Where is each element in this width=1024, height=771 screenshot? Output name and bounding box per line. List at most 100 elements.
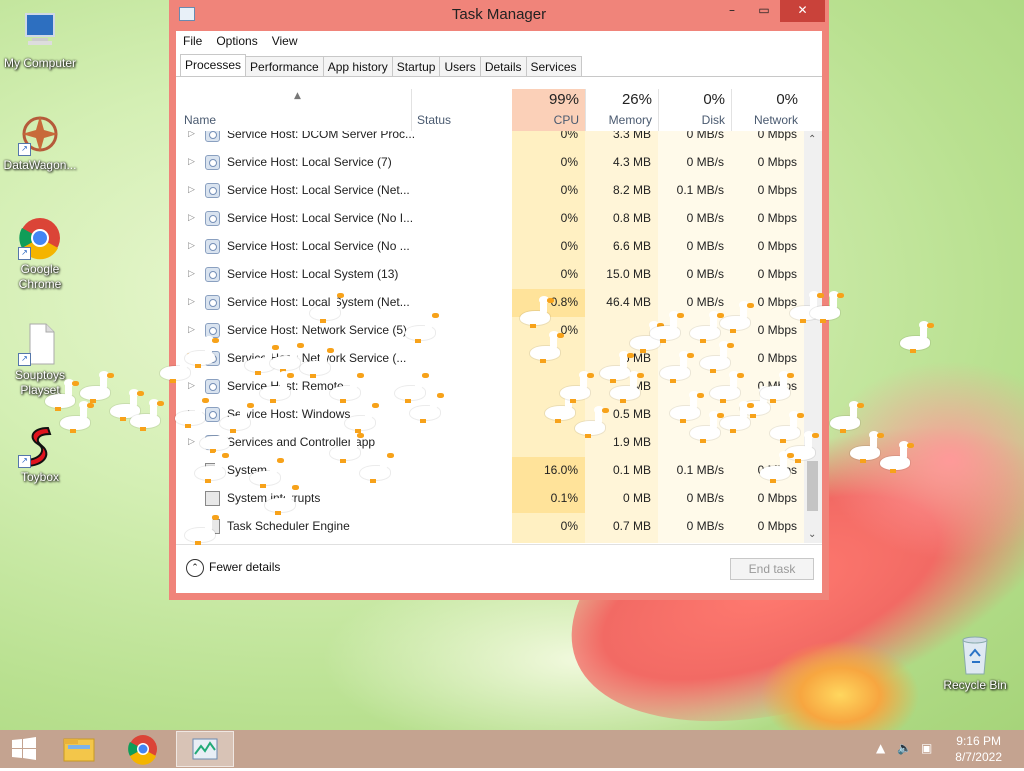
desktop-icon-google-chrome[interactable]: ↗ Google Chrome	[0, 216, 80, 292]
minimize-button[interactable]: –	[719, 0, 745, 22]
process-row[interactable]: ▷ Service Host: Local Service (No ... 0% 6.…	[176, 233, 804, 261]
taskbar-file-explorer[interactable]	[54, 731, 106, 767]
process-disk-value: 0.1 MB/s	[676, 463, 724, 477]
column-header-name[interactable]: Name	[176, 89, 411, 131]
menu-view[interactable]: View	[265, 31, 305, 48]
gear-icon	[205, 239, 220, 254]
process-disk-value: 0 MB/s	[686, 267, 724, 281]
expand-chevron-icon[interactable]: ▷	[188, 436, 195, 447]
recycle-bin-icon	[953, 632, 997, 676]
scrollbar-thumb[interactable]	[807, 461, 818, 511]
end-task-button[interactable]: End task	[730, 558, 814, 580]
desktop-icon-datawagon[interactable]: ↗ DataWagon...	[0, 112, 80, 173]
scroll-down-icon[interactable]: ⌄	[808, 529, 816, 540]
process-row[interactable]: ▷ Service Host: Local System (13) 0% 15.0 M…	[176, 261, 804, 289]
goose-icon	[45, 379, 79, 411]
goose-icon	[720, 301, 754, 333]
goose-icon	[900, 321, 934, 353]
folder-icon	[63, 738, 95, 762]
column-header-network[interactable]: 0% Network	[731, 89, 804, 131]
goose-icon	[610, 371, 644, 403]
process-net-value: 0 Mbps	[757, 239, 797, 253]
process-name: Service Host: Local Service (No ...	[227, 239, 410, 253]
show-hidden-icons-button[interactable]: ▲	[876, 741, 885, 755]
column-header-disk[interactable]: 0% Disk	[658, 89, 731, 131]
expand-chevron-icon[interactable]: ▷	[188, 324, 195, 335]
taskbar: ▲ 🔈 ▣ 9:16 PM 8/7/2022	[0, 730, 1024, 768]
column-header-memory[interactable]: 26% Memory	[585, 89, 658, 131]
goose-icon	[700, 341, 734, 373]
goose-icon	[185, 336, 219, 368]
gear-icon	[205, 211, 220, 226]
expand-chevron-icon[interactable]: ▷	[188, 380, 195, 391]
goose-icon	[575, 406, 609, 438]
desktop-icon-toybox[interactable]: ↗ Toybox	[0, 424, 80, 485]
process-row[interactable]: ▷ Service Host: DCOM Server Proc... 0% 3.3 …	[176, 131, 804, 149]
goose-icon	[175, 396, 209, 428]
tab-users[interactable]: Users	[439, 56, 481, 77]
process-mem-value: 0.8 MB	[612, 211, 651, 225]
process-net-value: 0 Mbps	[757, 519, 797, 533]
menu-options[interactable]: Options	[209, 31, 264, 48]
process-row[interactable]: ▷ Service Host: Local Service (7) 0% 4.3 MB…	[176, 149, 804, 177]
close-button[interactable]: ✕	[780, 0, 825, 22]
tab-processes[interactable]: Processes	[180, 54, 247, 77]
taskbar-task-manager[interactable]	[176, 731, 234, 767]
process-net-value: 0 Mbps	[757, 155, 797, 169]
process-cpu-value: 0%	[560, 239, 578, 253]
tab-performance[interactable]: Performance	[245, 56, 324, 77]
network-icon[interactable]: ▣	[921, 741, 932, 755]
system-clock[interactable]: 9:16 PM 8/7/2022	[955, 733, 1002, 765]
desktop-icon-label: Toybox	[20, 470, 60, 484]
process-cpu-value: 0%	[560, 323, 578, 337]
process-row[interactable]: ▷ Service Host: Local Service (No I... 0% 0…	[176, 205, 804, 233]
expand-chevron-icon[interactable]: ▷	[188, 156, 195, 167]
goose-icon	[520, 296, 554, 328]
volume-muted-icon[interactable]: 🔈	[897, 741, 912, 755]
toybox-icon: ↗	[18, 424, 62, 468]
desktop-icon-label: Recycle Bin	[943, 678, 1007, 692]
process-row[interactable]: Task Scheduler Engine 0% 0.7 MB 0 MB/s 0 Mbp…	[176, 513, 804, 541]
process-disk-value: 0 MB/s	[686, 211, 724, 225]
memory-total-percent: 26%	[621, 91, 652, 108]
goose-icon	[650, 311, 684, 343]
process-mem-value: 0 MB	[622, 491, 651, 505]
taskbar-chrome[interactable]	[118, 731, 168, 767]
process-row[interactable]: ▷ Service Host: Local Service (Net... 0% 8.…	[176, 177, 804, 205]
maximize-button[interactable]: ▭	[751, 0, 777, 22]
expand-chevron-icon[interactable]: ▷	[188, 184, 195, 195]
process-mem-value: 8.2 MB	[612, 183, 651, 197]
goose-icon	[220, 401, 254, 433]
expand-chevron-icon[interactable]: ▷	[188, 296, 195, 307]
tab-details[interactable]: Details	[479, 56, 527, 77]
title-bar[interactable]: Task Manager – ▭ ✕	[169, 0, 829, 31]
tab-services[interactable]: Services	[525, 56, 582, 77]
vertical-scrollbar[interactable]: ⌃ ⌄	[804, 131, 822, 543]
tab-divider	[176, 76, 822, 77]
expand-chevron-icon[interactable]: ▷	[188, 212, 195, 223]
start-button[interactable]	[0, 731, 50, 767]
menu-file[interactable]: File	[176, 31, 209, 48]
desktop-icon-my-computer[interactable]: My Computer	[0, 10, 80, 71]
expand-chevron-icon[interactable]: ▷	[188, 240, 195, 251]
goose-icon	[330, 431, 364, 463]
fewer-details-button[interactable]: ⌃ Fewer details	[186, 559, 280, 577]
column-header-status[interactable]: Status	[412, 89, 512, 131]
tab-startup[interactable]: Startup	[391, 56, 441, 77]
scroll-up-icon[interactable]: ⌃	[808, 134, 816, 145]
clock-time: 9:16 PM	[956, 734, 1001, 748]
goose-icon	[770, 411, 804, 443]
expand-chevron-icon[interactable]: ▷	[188, 268, 195, 279]
document-icon: ↗	[18, 322, 62, 366]
shortcut-arrow-icon: ↗	[18, 143, 31, 156]
desktop-icon-label: Google Chrome	[18, 262, 62, 291]
column-header-cpu[interactable]: 99% CPU	[512, 89, 585, 131]
expand-chevron-icon[interactable]: ▷	[188, 131, 195, 139]
goose-icon	[530, 331, 564, 363]
goose-icon	[260, 371, 294, 403]
process-net-value: 0 Mbps	[757, 351, 797, 365]
tab-app-history[interactable]: App history	[322, 56, 393, 77]
gear-icon	[205, 155, 220, 170]
desktop-icon-recycle-bin[interactable]: Recycle Bin	[935, 632, 1015, 693]
process-name: Service Host: Local Service (Net...	[227, 183, 410, 197]
